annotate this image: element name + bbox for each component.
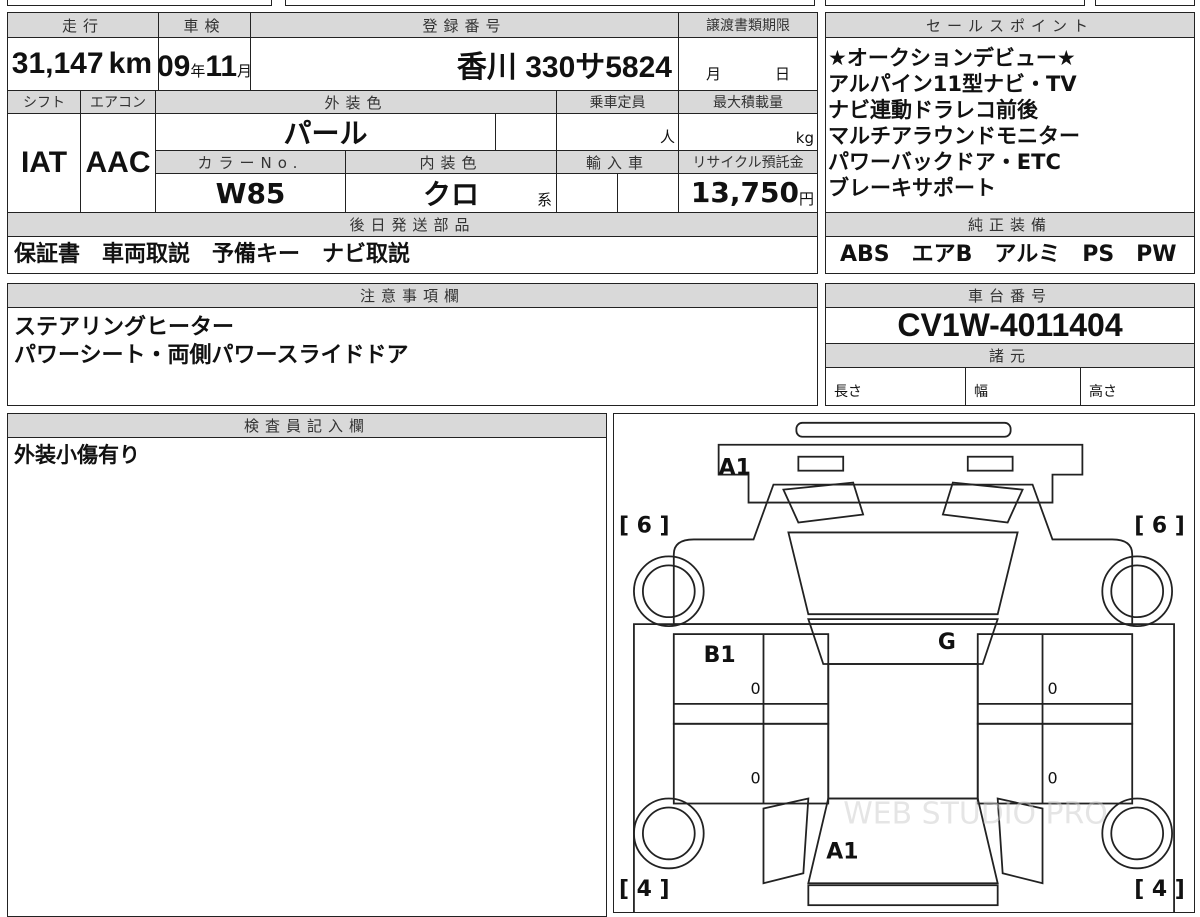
watermark: WEB STUDIO PRO xyxy=(843,796,1108,831)
tire-front-left: [ 6 ] xyxy=(619,513,670,538)
top-cut-box xyxy=(285,0,815,6)
exterior-color-label: 外装色 xyxy=(155,90,557,114)
capacity-unit: 人 xyxy=(659,128,675,146)
imported-value-1 xyxy=(556,173,618,213)
notes-label: 注意事項欄 xyxy=(7,283,818,308)
specs-label: 諸元 xyxy=(825,343,1195,368)
sales-point: ★オークションデビュー★ xyxy=(828,46,1076,70)
spec-length: 長さ xyxy=(825,367,966,406)
max-load-label: 最大積載量 xyxy=(678,90,818,114)
exterior-color-value: パール xyxy=(155,113,496,151)
inspection-year: 09 xyxy=(158,50,191,83)
notes-content: ステアリングヒーター パワーシート・両側パワースライドドア xyxy=(7,307,818,406)
panel-zero: 0 xyxy=(1048,769,1058,788)
max-load-unit: kg xyxy=(795,129,814,147)
hood-code: G xyxy=(938,630,956,655)
inspector-comment: 外装小傷有り xyxy=(7,437,607,917)
chassis-number: CV1W-4011404 xyxy=(825,307,1195,344)
sales-point: マルチアラウンドモニター xyxy=(828,124,1080,148)
mileage-label: 走行 xyxy=(7,12,159,38)
panel-zero: 0 xyxy=(751,679,761,698)
spec-height: 高さ xyxy=(1080,367,1195,406)
chassis-label: 車台番号 xyxy=(825,283,1195,308)
recycle-fee-label: リサイクル預託金 xyxy=(678,150,818,174)
mileage-value: 31,147 km xyxy=(7,37,159,91)
tire-front-right: [ 6 ] xyxy=(1134,513,1185,538)
interior-color-text: クロ xyxy=(422,178,479,211)
inspection-value: 09 年 11 月 xyxy=(158,37,251,91)
color-no-label: カラーNo. xyxy=(155,150,346,174)
recycle-fee-number: 13,750 xyxy=(690,176,799,209)
imported-value-2 xyxy=(617,173,679,213)
car-outline: A1 G B1 A1 [ 6 ] [ 6 ] [ 4 ] [ 4 ] 0 0 0… xyxy=(619,421,1185,912)
shift-value: IAT xyxy=(7,113,81,213)
aircon-value: AAC xyxy=(80,113,156,213)
sales-points-list: ★オークションデビュー★ アルパイン11型ナビ・TV ナビ連動ドラレコ前後 マル… xyxy=(825,37,1195,213)
top-cut-box xyxy=(825,0,1085,6)
left-front-door-code: B1 xyxy=(704,643,736,668)
shift-label: シフト xyxy=(7,90,81,114)
recycle-fee-value: 13,750 円 xyxy=(678,173,818,213)
later-parts-value: 保証書 車両取説 予備キー ナビ取説 xyxy=(7,236,818,274)
car-damage-diagram: A1 G B1 A1 [ 6 ] [ 6 ] [ 4 ] [ 4 ] 0 0 0… xyxy=(613,413,1195,913)
interior-color-label: 内装色 xyxy=(345,150,557,174)
interior-color-value: クロ 系 xyxy=(345,173,557,213)
panel-zero: 0 xyxy=(751,769,761,788)
standard-equipment-label: 純正装備 xyxy=(825,212,1195,237)
registration-label: 登録番号 xyxy=(250,12,679,38)
year-unit: 年 xyxy=(190,62,206,80)
front-bumper-code: A1 xyxy=(719,456,751,481)
recycle-fee-unit: 円 xyxy=(798,190,814,208)
transfer-deadline-label: 譲渡書類期限 xyxy=(678,12,818,38)
tire-rear-right: [ 4 ] xyxy=(1134,877,1185,902)
inspector-label: 検査員記入欄 xyxy=(7,413,607,438)
capacity-value: 人 xyxy=(556,113,679,151)
sales-point: アルパイン11型ナビ・TV xyxy=(828,72,1077,96)
max-load-value: kg xyxy=(678,113,818,151)
note-line: ステアリングヒーター xyxy=(14,315,235,340)
month-unit: 月 xyxy=(237,62,251,80)
mileage-number: 31,147 xyxy=(11,47,104,80)
capacity-label: 乗車定員 xyxy=(556,90,679,114)
deadline-month-unit: 月 xyxy=(705,65,721,83)
later-parts-label: 後日発送部品 xyxy=(7,212,818,237)
note-line: パワーシート・両側パワースライドドア xyxy=(14,343,409,368)
deadline-day-unit: 日 xyxy=(774,65,790,83)
sales-point: パワーバックドア・ETC xyxy=(828,150,1061,174)
aircon-label: エアコン xyxy=(80,90,156,114)
top-cut-box xyxy=(7,0,272,6)
panel-zero: 0 xyxy=(1048,679,1058,698)
interior-color-suffix: 系 xyxy=(536,191,552,209)
inspection-month: 11 xyxy=(205,50,238,83)
registration-value: 香川 330サ5824 xyxy=(250,37,679,91)
sales-point: ブレーキサポート xyxy=(828,176,996,200)
spec-width: 幅 xyxy=(965,367,1081,406)
sales-points-label: セールスポイント xyxy=(825,12,1195,38)
rear-bumper-code: A1 xyxy=(826,839,858,864)
standard-equipment-value: ABS エアB アルミ PS PW xyxy=(825,236,1195,274)
imported-label: 輸入車 xyxy=(556,150,679,174)
exterior-color-extra xyxy=(495,113,557,151)
sales-point: ナビ連動ドラレコ前後 xyxy=(828,98,1038,122)
color-no-value: W85 xyxy=(155,173,346,213)
mileage-unit: km xyxy=(108,47,152,80)
tire-rear-left: [ 4 ] xyxy=(619,877,670,902)
transfer-deadline-value: 月日 xyxy=(678,37,818,91)
inspection-label: 車検 xyxy=(158,12,251,38)
top-cut-box xyxy=(1095,0,1195,6)
